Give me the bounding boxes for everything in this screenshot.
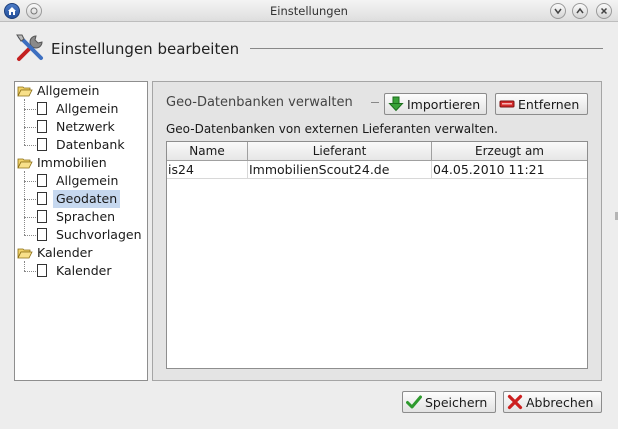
tree-connector <box>24 261 25 271</box>
cross-icon <box>507 394 523 410</box>
tree-connector <box>24 127 36 128</box>
tree-connector <box>24 199 36 200</box>
folder-open-icon <box>17 248 33 259</box>
geo-database-table[interactable]: Name Lieferant Erzeugt am is24 Immobilie… <box>166 141 588 369</box>
table-header: Name Lieferant Erzeugt am <box>167 142 587 161</box>
settings-tree[interactable]: Allgemein Allgemein Netzwerk Datenbank I… <box>14 81 148 381</box>
tree-connector <box>24 99 25 145</box>
window-title: Einstellungen <box>270 4 348 18</box>
import-button-label: Importieren <box>407 96 481 112</box>
tree-item-label: Allgemein <box>56 101 119 116</box>
remove-button[interactable]: Entfernen <box>495 93 588 115</box>
document-icon <box>37 228 47 241</box>
tree-connector <box>24 145 36 146</box>
tree-group-label: Allgemein <box>37 83 100 98</box>
tree-connector <box>24 109 36 110</box>
tree-connector <box>24 217 36 218</box>
table-cell-name: is24 <box>167 161 248 179</box>
document-icon <box>37 174 47 187</box>
tools-icon <box>16 34 43 61</box>
tree-item-kalender[interactable]: Kalender <box>37 262 115 280</box>
remove-icon <box>499 100 515 108</box>
table-cell-lieferant: ImmobilienScout24.de <box>248 161 432 179</box>
tree-item-label: Kalender <box>56 263 112 278</box>
table-cell-erzeugt-am: 04.05.2010 11:21 <box>433 162 545 177</box>
tree-connector <box>24 235 36 236</box>
document-icon <box>37 192 47 205</box>
save-button[interactable]: Speichern <box>402 391 496 413</box>
document-icon <box>37 138 47 151</box>
tree-connector <box>24 181 36 182</box>
section-title: Geo-Datenbanken verwalten <box>166 95 353 110</box>
tree-group-label: Kalender <box>37 245 93 260</box>
tree-group-label: Immobilien <box>37 155 107 170</box>
tree-group-allgemein[interactable]: Allgemein <box>17 82 102 100</box>
arrow-down-icon <box>388 96 404 112</box>
page-title: Einstellungen bearbeiten <box>51 40 240 58</box>
document-icon <box>37 102 47 115</box>
tree-item-label: Geodaten <box>53 190 121 208</box>
table-row[interactable]: is24 ImmobilienScout24.de 04.05.2010 11:… <box>167 161 587 179</box>
tree-item-allgemein-immobilien[interactable]: Allgemein <box>37 172 121 190</box>
cancel-button[interactable]: Abbrechen <box>503 391 602 413</box>
save-button-label: Speichern <box>425 394 488 410</box>
tree-item-suchvorlagen[interactable]: Suchvorlagen <box>37 226 145 244</box>
remove-button-label: Entfernen <box>518 96 580 112</box>
tree-group-kalender[interactable]: Kalender <box>17 244 96 262</box>
folder-open-icon <box>17 86 33 97</box>
cancel-button-label: Abbrechen <box>526 394 594 410</box>
column-header-lieferant[interactable]: Lieferant <box>248 142 432 161</box>
document-icon <box>37 120 47 133</box>
tree-item-label: Netzwerk <box>56 119 115 134</box>
tree-item-netzwerk[interactable]: Netzwerk <box>37 118 118 136</box>
minimize-icon[interactable] <box>550 3 566 19</box>
close-icon[interactable] <box>596 3 612 19</box>
document-icon <box>37 264 47 277</box>
tree-group-immobilien[interactable]: Immobilien <box>17 154 110 172</box>
tree-connector <box>24 271 36 272</box>
maximize-icon[interactable] <box>572 3 588 19</box>
checkmark-icon <box>406 395 422 409</box>
tree-item-label: Datenbank <box>56 137 125 152</box>
column-header-erzeugt-am[interactable]: Erzeugt am <box>432 142 587 161</box>
tree-item-label: Sprachen <box>56 209 116 224</box>
document-icon <box>37 210 47 223</box>
import-button[interactable]: Importieren <box>384 93 487 115</box>
section-description: Geo-Datenbanken von externen Lieferanten… <box>166 122 498 136</box>
header-divider <box>250 48 603 49</box>
tree-item-allgemein[interactable]: Allgemein <box>37 100 121 118</box>
tree-item-label: Allgemein <box>56 173 119 188</box>
tree-item-datenbank[interactable]: Datenbank <box>37 136 128 154</box>
section-divider <box>371 102 379 103</box>
column-header-name[interactable]: Name <box>167 142 248 161</box>
tree-item-label: Suchvorlagen <box>56 227 142 242</box>
tree-item-sprachen[interactable]: Sprachen <box>37 208 118 226</box>
title-bar: Einstellungen <box>0 0 618 22</box>
tree-item-geodaten[interactable]: Geodaten <box>37 190 121 208</box>
folder-open-icon <box>17 158 33 169</box>
